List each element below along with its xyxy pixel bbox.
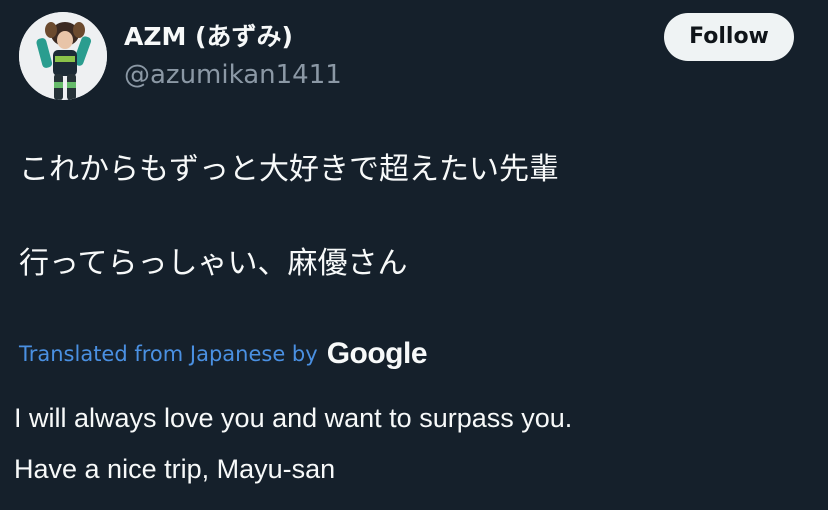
translated-from-label[interactable]: Translated from Japanese by [19,336,318,372]
follow-button[interactable]: Follow [664,13,794,61]
translated-text-line: Have a nice trip, Mayu-san [14,454,336,484]
display-name[interactable]: AZM (あずみ) [124,20,293,54]
translation-attribution[interactable]: Translated from Japanese by Google [19,336,428,372]
tweet-text-line: これからもずっと大好きで超えたい先輩 [19,152,559,187]
google-logo: Google [326,337,428,370]
avatar[interactable] [19,12,107,100]
tweet-text-line: 行ってらっしゃい、麻優さん [19,246,408,281]
user-handle[interactable]: @azumikan1411 [124,58,342,92]
tweet-header: AZM (あずみ) @azumikan1411 Follow [0,0,828,110]
avatar-photo-icon [19,12,107,100]
translated-text-line: I will always love you and want to surpa… [14,403,573,433]
